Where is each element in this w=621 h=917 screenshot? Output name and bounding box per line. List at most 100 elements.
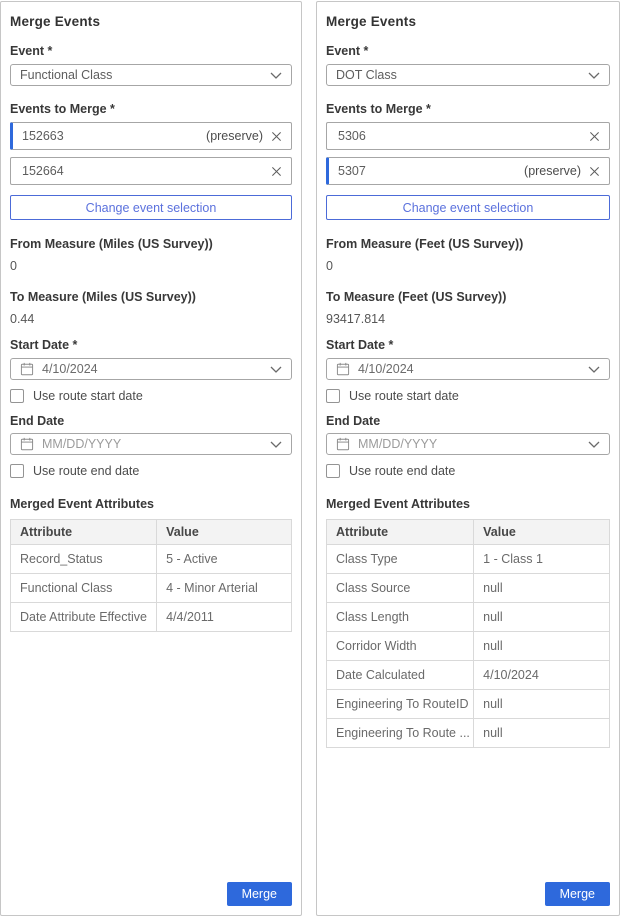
merged-event-attributes-label: Merged Event Attributes <box>326 497 610 511</box>
table-row: Functional Class 4 - Minor Arterial <box>11 574 292 603</box>
use-route-end-date-label: Use route end date <box>33 464 139 478</box>
value-cell: 5 - Active <box>157 545 292 574</box>
use-route-start-date-checkbox[interactable] <box>326 389 340 403</box>
end-date-picker[interactable]: MM/DD/YYYY <box>326 433 610 455</box>
event-to-merge-input[interactable]: 152663 (preserve) <box>10 122 292 150</box>
preserve-tag: (preserve) <box>524 164 581 178</box>
calendar-icon <box>20 437 34 451</box>
start-date-label: Start Date * <box>10 338 292 352</box>
table-row: Corridor Width null <box>327 632 610 661</box>
chevron-down-icon <box>270 366 282 373</box>
table-row: Date Calculated 4/10/2024 <box>327 661 610 690</box>
close-icon[interactable] <box>589 166 600 177</box>
merge-button[interactable]: Merge <box>227 882 292 906</box>
chevron-down-icon <box>588 441 600 448</box>
use-route-end-date-label: Use route end date <box>349 464 455 478</box>
value-cell: null <box>474 690 610 719</box>
page-title: Merge Events <box>326 14 610 29</box>
table-row: Class Source null <box>327 574 610 603</box>
merge-events-panel-right: Merge Events Event * DOT Class Events to… <box>316 1 620 916</box>
start-date-picker[interactable]: 4/10/2024 <box>326 358 610 380</box>
event-to-merge-input[interactable]: 152664 <box>10 157 292 185</box>
event-select[interactable]: DOT Class <box>326 64 610 86</box>
value-cell: 4 - Minor Arterial <box>157 574 292 603</box>
events-to-merge-label: Events to Merge * <box>10 102 292 116</box>
change-event-selection-button[interactable]: Change event selection <box>326 195 610 220</box>
attribute-cell: Functional Class <box>11 574 157 603</box>
end-date-placeholder: MM/DD/YYYY <box>42 437 262 451</box>
end-date-picker[interactable]: MM/DD/YYYY <box>10 433 292 455</box>
value-cell: null <box>474 574 610 603</box>
chevron-down-icon <box>588 366 600 373</box>
from-measure-label: From Measure (Miles (US Survey)) <box>10 237 292 251</box>
use-route-start-date-label: Use route start date <box>33 389 143 403</box>
calendar-icon <box>336 362 350 376</box>
calendar-icon <box>336 437 350 451</box>
event-select-value: Functional Class <box>20 68 112 82</box>
use-route-start-date-row: Use route start date <box>10 389 292 403</box>
column-header-value: Value <box>474 520 610 545</box>
from-measure-value: 0 <box>10 259 292 273</box>
preserve-tag: (preserve) <box>206 129 263 143</box>
attribute-cell: Class Source <box>327 574 474 603</box>
close-icon[interactable] <box>271 166 282 177</box>
table-row: Class Type 1 - Class 1 <box>327 545 610 574</box>
event-label: Event * <box>10 44 292 58</box>
table-row: Date Attribute Effective 4/4/2011 <box>11 603 292 632</box>
use-route-start-date-row: Use route start date <box>326 389 610 403</box>
table-row: Engineering To Route ... null <box>327 719 610 748</box>
event-select[interactable]: Functional Class <box>10 64 292 86</box>
table-row: Engineering To RouteID null <box>327 690 610 719</box>
use-route-end-date-checkbox[interactable] <box>326 464 340 478</box>
use-route-end-date-checkbox[interactable] <box>10 464 24 478</box>
table-row: Class Length null <box>327 603 610 632</box>
table-row: Record_Status 5 - Active <box>11 545 292 574</box>
change-event-selection-button[interactable]: Change event selection <box>10 195 292 220</box>
event-id: 152663 <box>22 129 206 143</box>
event-to-merge-input[interactable]: 5307 (preserve) <box>326 157 610 185</box>
use-route-start-date-label: Use route start date <box>349 389 459 403</box>
event-id: 152664 <box>22 164 263 178</box>
end-date-label: End Date <box>326 414 610 428</box>
attribute-cell: Engineering To Route ... <box>327 719 474 748</box>
column-header-attribute: Attribute <box>327 520 474 545</box>
table-header-row: Attribute Value <box>11 520 292 545</box>
column-header-value: Value <box>157 520 292 545</box>
from-measure-value: 0 <box>326 259 610 273</box>
event-label: Event * <box>326 44 610 58</box>
value-cell: null <box>474 632 610 661</box>
value-cell: null <box>474 603 610 632</box>
event-id: 5307 <box>338 164 524 178</box>
chevron-down-icon <box>270 72 282 79</box>
table-header-row: Attribute Value <box>327 520 610 545</box>
value-cell: null <box>474 719 610 748</box>
value-cell: 4/4/2011 <box>157 603 292 632</box>
to-measure-label: To Measure (Feet (US Survey)) <box>326 290 610 304</box>
event-to-merge-input[interactable]: 5306 <box>326 122 610 150</box>
start-date-value: 4/10/2024 <box>358 362 580 376</box>
value-cell: 1 - Class 1 <box>474 545 610 574</box>
to-measure-value: 0.44 <box>10 312 292 326</box>
chevron-down-icon <box>588 72 600 79</box>
use-route-end-date-row: Use route end date <box>326 464 610 478</box>
merged-event-attributes-label: Merged Event Attributes <box>10 497 292 511</box>
merge-events-panels: Merge Events Event * Functional Class Ev… <box>0 0 621 916</box>
start-date-value: 4/10/2024 <box>42 362 262 376</box>
merge-button[interactable]: Merge <box>545 882 610 906</box>
event-id: 5306 <box>338 129 581 143</box>
to-measure-label: To Measure (Miles (US Survey)) <box>10 290 292 304</box>
start-date-label: Start Date * <box>326 338 610 352</box>
event-select-value: DOT Class <box>336 68 397 82</box>
close-icon[interactable] <box>589 131 600 142</box>
use-route-end-date-row: Use route end date <box>10 464 292 478</box>
start-date-picker[interactable]: 4/10/2024 <box>10 358 292 380</box>
calendar-icon <box>20 362 34 376</box>
end-date-label: End Date <box>10 414 292 428</box>
attribute-cell: Date Attribute Effective <box>11 603 157 632</box>
use-route-start-date-checkbox[interactable] <box>10 389 24 403</box>
column-header-attribute: Attribute <box>11 520 157 545</box>
end-date-placeholder: MM/DD/YYYY <box>358 437 580 451</box>
attribute-cell: Engineering To RouteID <box>327 690 474 719</box>
close-icon[interactable] <box>271 131 282 142</box>
chevron-down-icon <box>270 441 282 448</box>
